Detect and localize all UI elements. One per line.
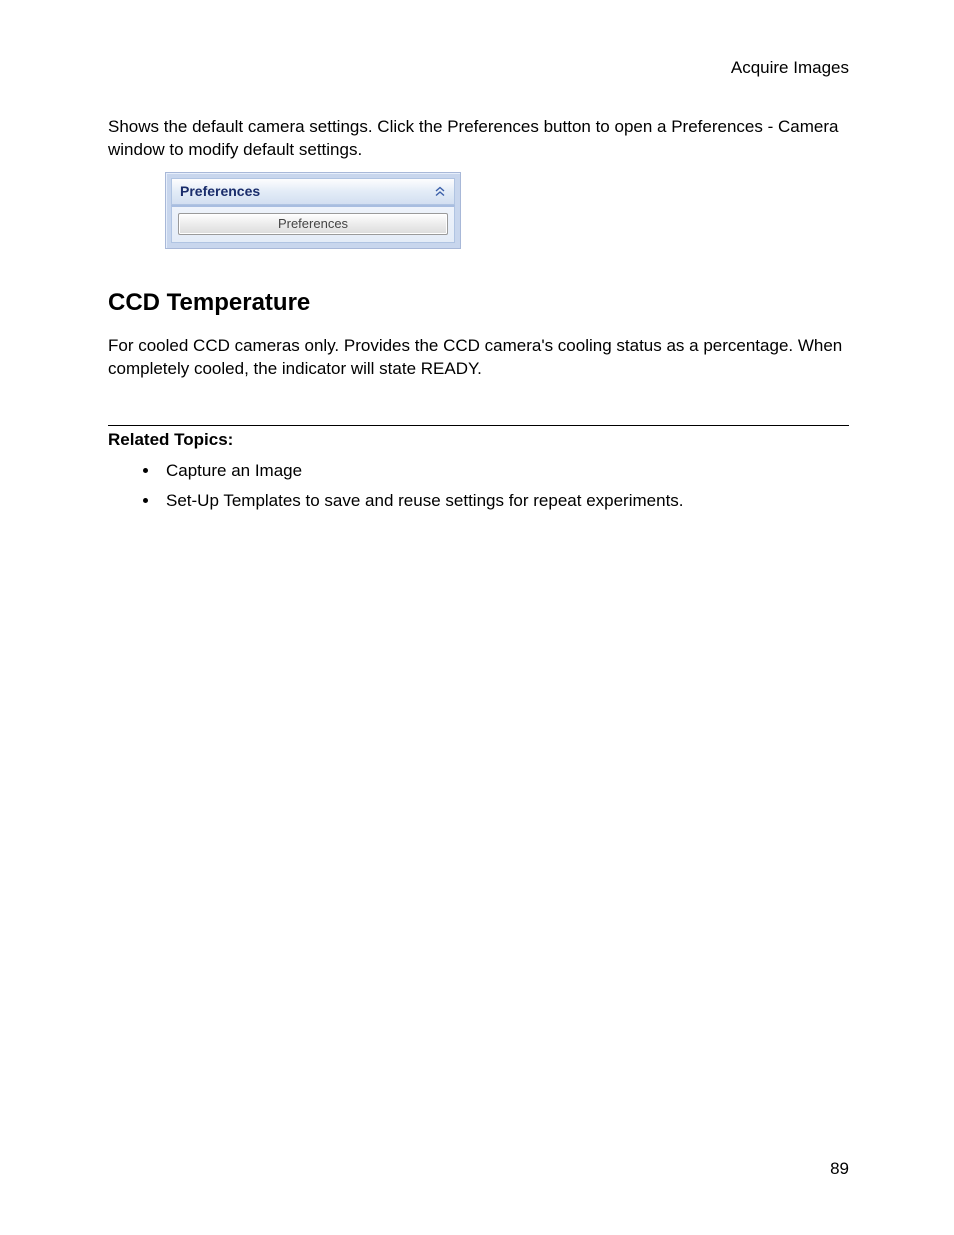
list-item: Capture an Image <box>160 456 849 486</box>
related-topics-heading: Related Topics: <box>108 430 849 450</box>
section-heading-ccd-temperature: CCD Temperature <box>108 289 849 317</box>
preferences-panel-header[interactable]: Preferences <box>171 178 455 205</box>
preferences-button[interactable]: Preferences <box>178 213 448 235</box>
page-number: 89 <box>830 1159 849 1179</box>
related-topics-list: Capture an Image Set-Up Templates to sav… <box>108 456 849 516</box>
divider <box>108 425 849 426</box>
preferences-panel-body: Preferences <box>171 205 455 243</box>
ccd-temperature-paragraph: For cooled CCD cameras only. Provides th… <box>108 335 849 381</box>
preferences-panel-title: Preferences <box>180 183 260 199</box>
preferences-panel: Preferences Preferences <box>165 172 461 249</box>
intro-paragraph: Shows the default camera settings. Click… <box>108 116 849 162</box>
page-header-section: Acquire Images <box>108 58 849 78</box>
chevron-double-up-icon <box>434 185 446 197</box>
list-item: Set-Up Templates to save and reuse setti… <box>160 486 849 516</box>
